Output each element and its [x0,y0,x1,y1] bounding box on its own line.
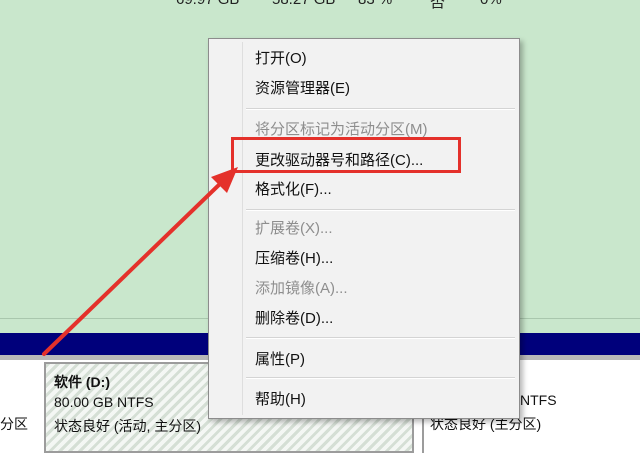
annotation-arrow [42,167,238,356]
